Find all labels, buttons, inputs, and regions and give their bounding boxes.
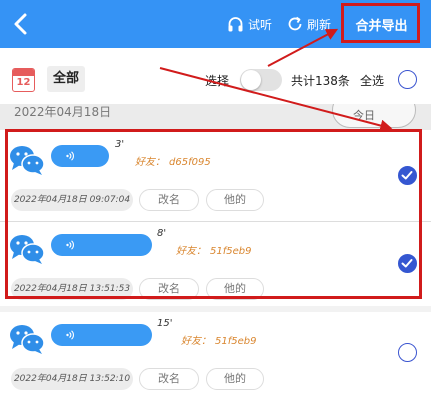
- friend-id: d65f095: [169, 157, 211, 168]
- refresh-icon: [288, 16, 302, 31]
- check-icon: [401, 259, 413, 268]
- friend-id: 51f5eb9: [215, 336, 257, 347]
- voice-bubble[interactable]: [51, 324, 152, 346]
- voice-wave-icon: [66, 330, 74, 340]
- selection-mode-label: 选择: [205, 74, 230, 88]
- refresh-label: 刷新: [307, 17, 332, 32]
- voice-duration: 8': [157, 228, 167, 239]
- select-radio-checked[interactable]: [398, 254, 417, 273]
- friend-id: 51f5eb9: [210, 246, 252, 257]
- total-count: 共计138条: [291, 74, 350, 88]
- merge-export-label: 合并导出: [355, 18, 408, 34]
- friend-label: 好友：: [135, 157, 165, 168]
- calendar-day: 12: [16, 77, 31, 88]
- calendar-icon[interactable]: 12: [12, 68, 35, 92]
- friend-label: 好友：: [181, 336, 211, 347]
- select-radio-checked[interactable]: [398, 166, 417, 185]
- timestamp-pill: 2022年04月18日 09:07:04: [11, 189, 133, 211]
- select-radio[interactable]: [398, 343, 417, 362]
- toggle-knob: [241, 70, 261, 90]
- his-button[interactable]: 他的: [206, 189, 264, 211]
- friend-info: 好友： 51f5eb9: [181, 332, 256, 347]
- listen-button[interactable]: 试听: [227, 12, 272, 36]
- rename-button[interactable]: 改名: [139, 189, 199, 211]
- voice-wave-icon: [66, 151, 74, 161]
- timestamp-pill: 2022年04月18日 13:51:53: [11, 278, 133, 300]
- voice-bubble[interactable]: [51, 145, 109, 167]
- select-all-label: 全选: [360, 74, 385, 88]
- timestamp-pill: 2022年04月18日 13:52:10: [11, 368, 133, 390]
- date-side-label: 今日: [353, 109, 375, 122]
- listen-label: 试听: [248, 17, 273, 32]
- date-group-label: 2022年04月18日: [14, 105, 112, 119]
- merge-export-button[interactable]: 合并导出: [348, 9, 415, 39]
- chevron-left-icon: [14, 13, 27, 35]
- friend-info: 好友： 51f5eb9: [176, 242, 251, 257]
- check-icon: [401, 171, 413, 180]
- wechat-icon: [10, 235, 45, 264]
- rename-button[interactable]: 改名: [139, 368, 199, 390]
- headphones-icon: [228, 16, 243, 31]
- date-side-pill[interactable]: 今日: [332, 104, 416, 128]
- selection-toggle[interactable]: [240, 69, 282, 91]
- select-all-radio[interactable]: [398, 70, 417, 89]
- voice-bubble[interactable]: [51, 234, 152, 256]
- his-button[interactable]: 他的: [206, 278, 264, 300]
- voice-wave-icon: [66, 240, 74, 250]
- refresh-button[interactable]: 刷新: [287, 12, 331, 36]
- voice-duration: 15': [157, 318, 173, 329]
- list-item[interactable]: 8' 好友： 51f5eb9 2022年04月18日 13:51:53 改名 他的: [0, 222, 431, 310]
- top-bar: 试听 刷新 合并导出: [0, 0, 431, 48]
- filter-bar: 12 全部 选择 共计138条 全选: [0, 48, 431, 110]
- category-filter[interactable]: 全部: [47, 66, 85, 92]
- date-group-header: 2022年04月18日 今日: [0, 104, 431, 130]
- wechat-icon: [10, 325, 45, 354]
- list-item[interactable]: 3' 好友： d65f095 2022年04月18日 09:07:04 改名 他的: [0, 133, 431, 221]
- his-button[interactable]: 他的: [206, 368, 264, 390]
- rename-button[interactable]: 改名: [139, 278, 199, 300]
- back-button[interactable]: [8, 10, 34, 38]
- voice-duration: 3': [115, 139, 125, 150]
- list-item[interactable]: 15' 好友： 51f5eb9 2022年04月18日 13:52:10 改名 他…: [0, 312, 431, 400]
- friend-label: 好友：: [176, 246, 206, 257]
- friend-info: 好友： d65f095: [135, 153, 211, 168]
- wechat-icon: [10, 146, 45, 175]
